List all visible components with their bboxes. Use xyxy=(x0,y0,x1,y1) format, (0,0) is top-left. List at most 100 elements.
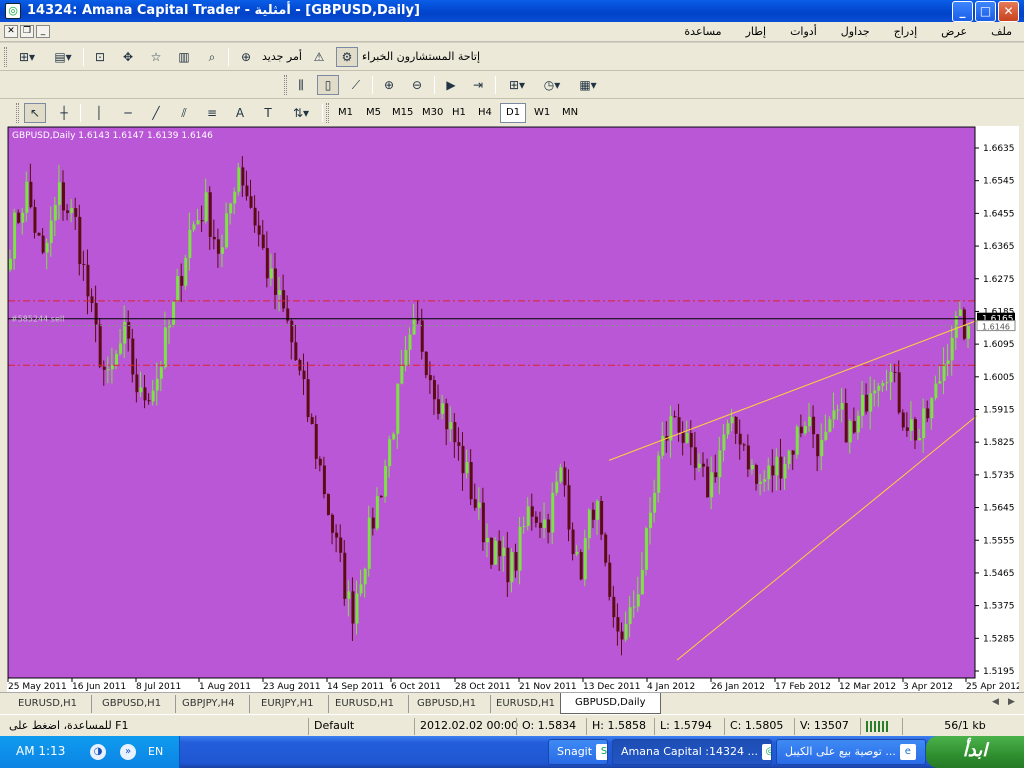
bull-candle xyxy=(278,290,282,295)
menu-item[interactable]: جداول xyxy=(829,22,882,42)
chart-tab[interactable]: EURUSD,H1 xyxy=(321,695,410,713)
menu-item[interactable]: ملف xyxy=(979,22,1024,42)
vertical-line-icon[interactable]: │ xyxy=(88,103,110,123)
timeframe-m1[interactable]: M1 xyxy=(332,103,359,123)
clock[interactable]: AM 1:13 xyxy=(16,744,65,758)
bear-candle xyxy=(498,540,502,557)
horizontal-line-icon[interactable]: ─ xyxy=(117,103,139,123)
new-order-button[interactable]: أمر جديد xyxy=(262,50,302,63)
bull-candle xyxy=(139,387,143,393)
metaeditor-icon[interactable]: ⚠ xyxy=(308,47,330,67)
bull-candle xyxy=(155,378,159,391)
new-order-icon[interactable]: ⊕ xyxy=(235,47,257,67)
navigator-icon[interactable]: ☆ xyxy=(145,47,167,67)
bar-chart-icon[interactable]: ⫼ xyxy=(290,75,312,95)
task-snagit[interactable]: Snagit S xyxy=(548,739,608,765)
crosshair-icon[interactable]: ┼ xyxy=(53,103,75,123)
data-window-icon[interactable]: ✥ xyxy=(117,47,139,67)
ie-icon: e xyxy=(899,744,916,760)
periods-icon[interactable]: ◷▾ xyxy=(537,75,567,95)
x-tick-label: 4 Jan 2012 xyxy=(647,682,695,692)
task-amana[interactable]: Amana Capital :14324 ...◎ xyxy=(612,739,772,765)
timeframe-h4[interactable]: H4 xyxy=(472,103,498,123)
bull-candle xyxy=(384,466,388,497)
chart-tab[interactable]: EURJPY,H1 xyxy=(247,695,329,713)
status-help: للمساعدة، اضغط على F1 xyxy=(9,719,129,732)
zoom-in-icon[interactable]: ⊕ xyxy=(378,75,400,95)
autoscroll-icon[interactable]: ▶ xyxy=(440,75,462,95)
tab-right-icon[interactable]: ▶ xyxy=(1008,697,1015,707)
minimize-button[interactable]: _ xyxy=(952,1,973,22)
network-icon[interactable]: ◑ xyxy=(90,744,106,760)
new-chart-icon[interactable]: ⊞▾ xyxy=(12,47,42,67)
experts-button[interactable]: إتاحة المستشارون الخبراء xyxy=(362,50,480,63)
timeframe-m15[interactable]: M15 xyxy=(386,103,419,123)
text-icon[interactable]: A xyxy=(229,103,251,123)
chart-shift-icon[interactable]: ⇥ xyxy=(467,75,489,95)
bull-candle xyxy=(624,623,628,640)
chart-window: 1.6635 1.6545 1.6455 1.6365 1.6275 1.6185 1.60… xyxy=(0,126,1024,692)
equidistant-channel-icon[interactable]: ⫽ xyxy=(173,103,195,123)
experts-icon[interactable]: ⚙ xyxy=(336,47,358,67)
strategy-tester-icon[interactable]: ⌕ xyxy=(201,47,223,67)
market-watch-icon[interactable]: ⊡ xyxy=(89,47,111,67)
timeframe-m30[interactable]: M30 xyxy=(416,103,449,123)
menu-item[interactable]: عرض xyxy=(929,22,979,42)
x-tick-label: 17 Feb 2012 xyxy=(775,682,831,692)
menu-item[interactable]: إدراج xyxy=(882,22,929,42)
x-tick-label: 26 Jan 2012 xyxy=(711,682,765,692)
bull-candle xyxy=(518,526,522,571)
bull-candle xyxy=(828,419,832,432)
chart-tab[interactable]: GBPUSD,H1 xyxy=(403,695,492,713)
bear-candle xyxy=(261,234,265,249)
chart-tab[interactable]: EURUSD,H1 xyxy=(4,695,93,713)
candlestick-icon[interactable]: ▯ xyxy=(317,75,339,95)
status-low: L: 1.5794 xyxy=(654,718,722,735)
terminal-icon[interactable]: ▥ xyxy=(173,47,195,67)
trendline-icon[interactable]: ╱ xyxy=(145,103,167,123)
bull-candle xyxy=(522,525,526,527)
text-label-icon[interactable]: T xyxy=(257,103,279,123)
timeframe-h1[interactable]: H1 xyxy=(446,103,472,123)
bear-candle xyxy=(306,379,310,418)
timeframe-d1[interactable]: D1 xyxy=(500,103,527,123)
arrows-icon[interactable]: ⇅▾ xyxy=(286,103,316,123)
zoom-out-icon[interactable]: ⊖ xyxy=(406,75,428,95)
price-chart[interactable]: 1.66351.65451.64551.63651.62751.61851.60… xyxy=(7,126,1019,692)
bear-candle xyxy=(514,552,518,571)
indicators-icon[interactable]: ⊞▾ xyxy=(502,75,532,95)
menu-item[interactable]: أدوات xyxy=(778,22,829,42)
line-chart-icon[interactable]: ⟋ xyxy=(345,75,367,95)
task-browser[interactable]: توصية بيع على الكيبل ... e xyxy=(776,739,926,765)
tab-left-icon[interactable]: ◀ xyxy=(992,697,999,707)
toolbar-grip[interactable] xyxy=(284,75,287,95)
mdi-restore-icon[interactable]: ❐ xyxy=(20,25,34,38)
fibonacci-icon[interactable]: ≡ xyxy=(201,103,223,123)
close-button[interactable]: ✕ xyxy=(998,1,1019,22)
timeframe-mn[interactable]: MN xyxy=(556,103,584,123)
start-button[interactable]: ابدأ xyxy=(926,736,1024,768)
timeframe-w1[interactable]: W1 xyxy=(528,103,556,123)
chart-tab[interactable]: EURUSD,H1 xyxy=(482,695,571,713)
bull-candle xyxy=(575,552,579,555)
profiles-icon[interactable]: ▤▾ xyxy=(48,47,78,67)
timeframe-m5[interactable]: M5 xyxy=(360,103,387,123)
chart-tab[interactable]: GBPUSD,Daily xyxy=(560,693,661,714)
security-icon[interactable]: » xyxy=(120,744,136,760)
bull-candle xyxy=(45,242,49,253)
bear-candle xyxy=(290,320,294,343)
chart-tab[interactable]: GBPUSD,H1 xyxy=(88,695,177,713)
cursor-icon[interactable]: ↖ xyxy=(24,103,46,123)
x-tick-label: 12 Mar 2012 xyxy=(839,682,896,692)
language-indicator[interactable]: EN xyxy=(148,745,163,758)
templates-icon[interactable]: ▦▾ xyxy=(573,75,603,95)
menu-item[interactable]: مساعدة xyxy=(672,22,733,42)
toolbar-grip[interactable] xyxy=(4,47,7,67)
toolbar-grip[interactable] xyxy=(16,103,19,123)
mdi-close-icon[interactable]: ✕ xyxy=(4,25,18,38)
toolbar-grip[interactable] xyxy=(326,103,329,123)
menu-item[interactable]: إطار xyxy=(734,22,778,42)
maximize-button[interactable]: □ xyxy=(975,1,996,22)
mdi-minimize-icon[interactable]: _ xyxy=(36,25,50,38)
chart-tab[interactable]: GBPJPY,H4 xyxy=(168,695,250,713)
